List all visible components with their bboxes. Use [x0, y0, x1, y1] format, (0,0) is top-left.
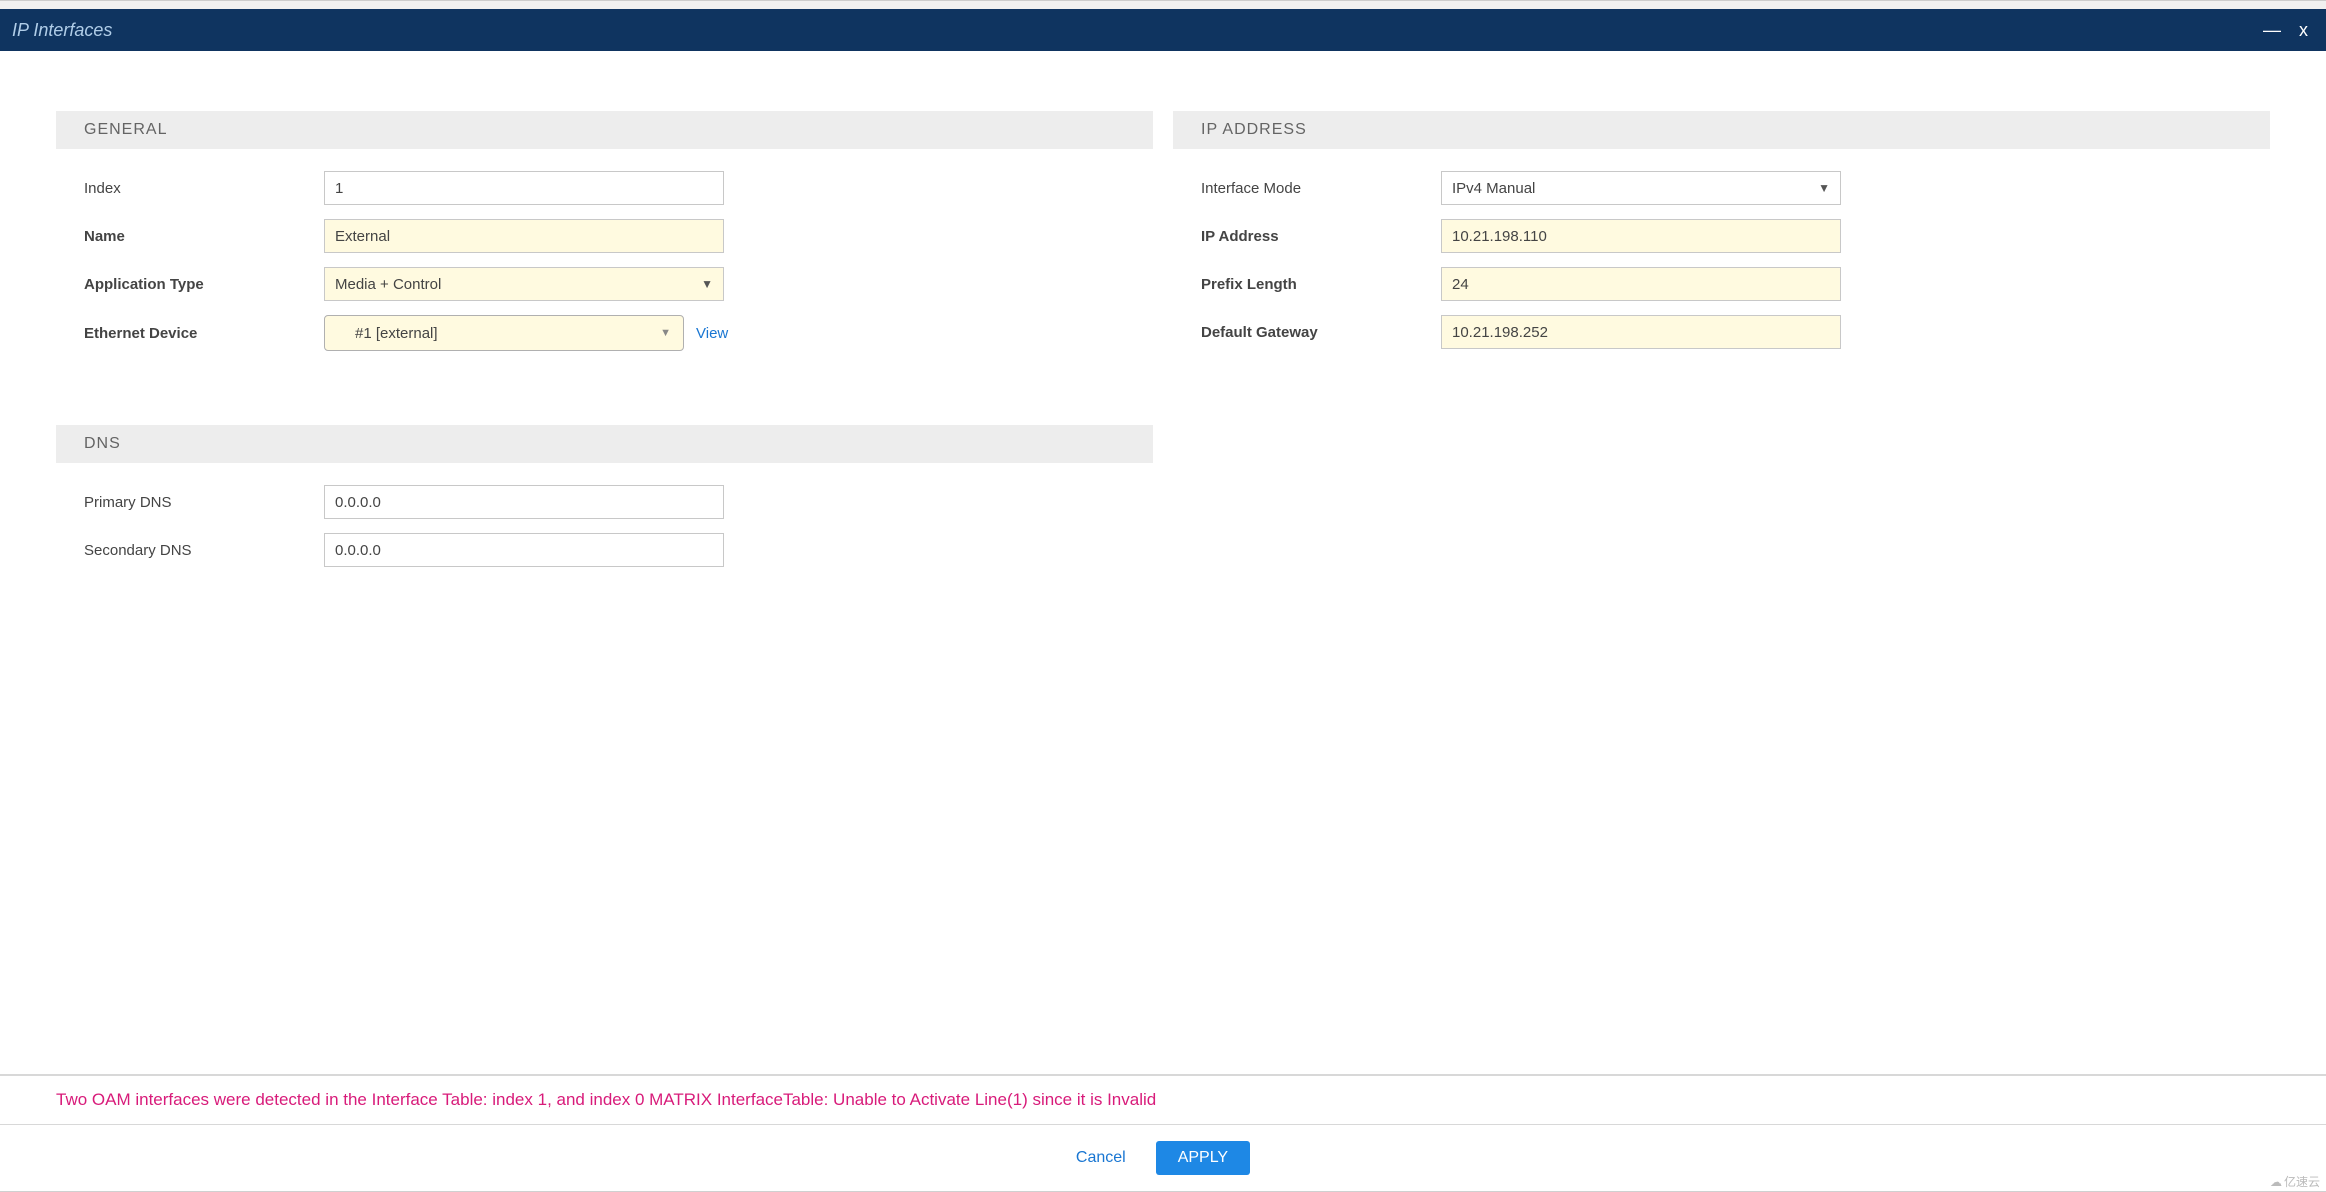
prefix-input[interactable] [1441, 267, 1841, 301]
view-link[interactable]: View [696, 325, 728, 342]
apply-button[interactable]: APPLY [1156, 1141, 1250, 1175]
chevron-down-icon: ▼ [1818, 181, 1830, 195]
primary-dns-label: Primary DNS [84, 494, 324, 511]
section-header-dns: DNS [56, 425, 1153, 463]
primary-dns-input[interactable] [324, 485, 724, 519]
index-label: Index [84, 180, 324, 197]
name-input[interactable] [324, 219, 724, 253]
dialog-header: IP Interfaces — x [0, 9, 2326, 51]
chevron-down-icon: ▼ [660, 327, 671, 339]
ethdev-value: #1 [external] [355, 325, 438, 342]
secondary-dns-label: Secondary DNS [84, 542, 324, 559]
dialog-title: IP Interfaces [12, 20, 112, 41]
section-header-general: GENERAL [56, 111, 1153, 149]
close-icon[interactable]: x [2299, 20, 2308, 41]
section-header-ipaddress: IP ADDRESS [1173, 111, 2270, 149]
secondary-dns-input[interactable] [324, 533, 724, 567]
ethdev-select[interactable]: #1 [external] ▼ [324, 315, 684, 351]
apptype-value: Media + Control [335, 276, 441, 293]
chevron-down-icon: ▼ [701, 277, 713, 291]
gateway-label: Default Gateway [1201, 324, 1441, 341]
watermark: ☁ 亿速云 [2270, 1173, 2320, 1190]
mode-label: Interface Mode [1201, 180, 1441, 197]
mode-select[interactable]: IPv4 Manual ▼ [1441, 171, 1841, 205]
name-label: Name [84, 228, 324, 245]
prefix-label: Prefix Length [1201, 276, 1441, 293]
index-input[interactable] [324, 171, 724, 205]
mode-value: IPv4 Manual [1452, 180, 1535, 197]
minimize-icon[interactable]: — [2263, 20, 2281, 41]
ip-label: IP Address [1201, 228, 1441, 245]
ethdev-label: Ethernet Device [84, 325, 324, 342]
gateway-input[interactable] [1441, 315, 1841, 349]
error-message: Two OAM interfaces were detected in the … [0, 1074, 2326, 1126]
apptype-label: Application Type [84, 276, 324, 293]
apptype-select[interactable]: Media + Control ▼ [324, 267, 724, 301]
ip-input[interactable] [1441, 219, 1841, 253]
cancel-button[interactable]: Cancel [1076, 1149, 1126, 1167]
cloud-icon: ☁ [2270, 1175, 2282, 1189]
button-bar: Cancel APPLY [0, 1125, 2326, 1192]
